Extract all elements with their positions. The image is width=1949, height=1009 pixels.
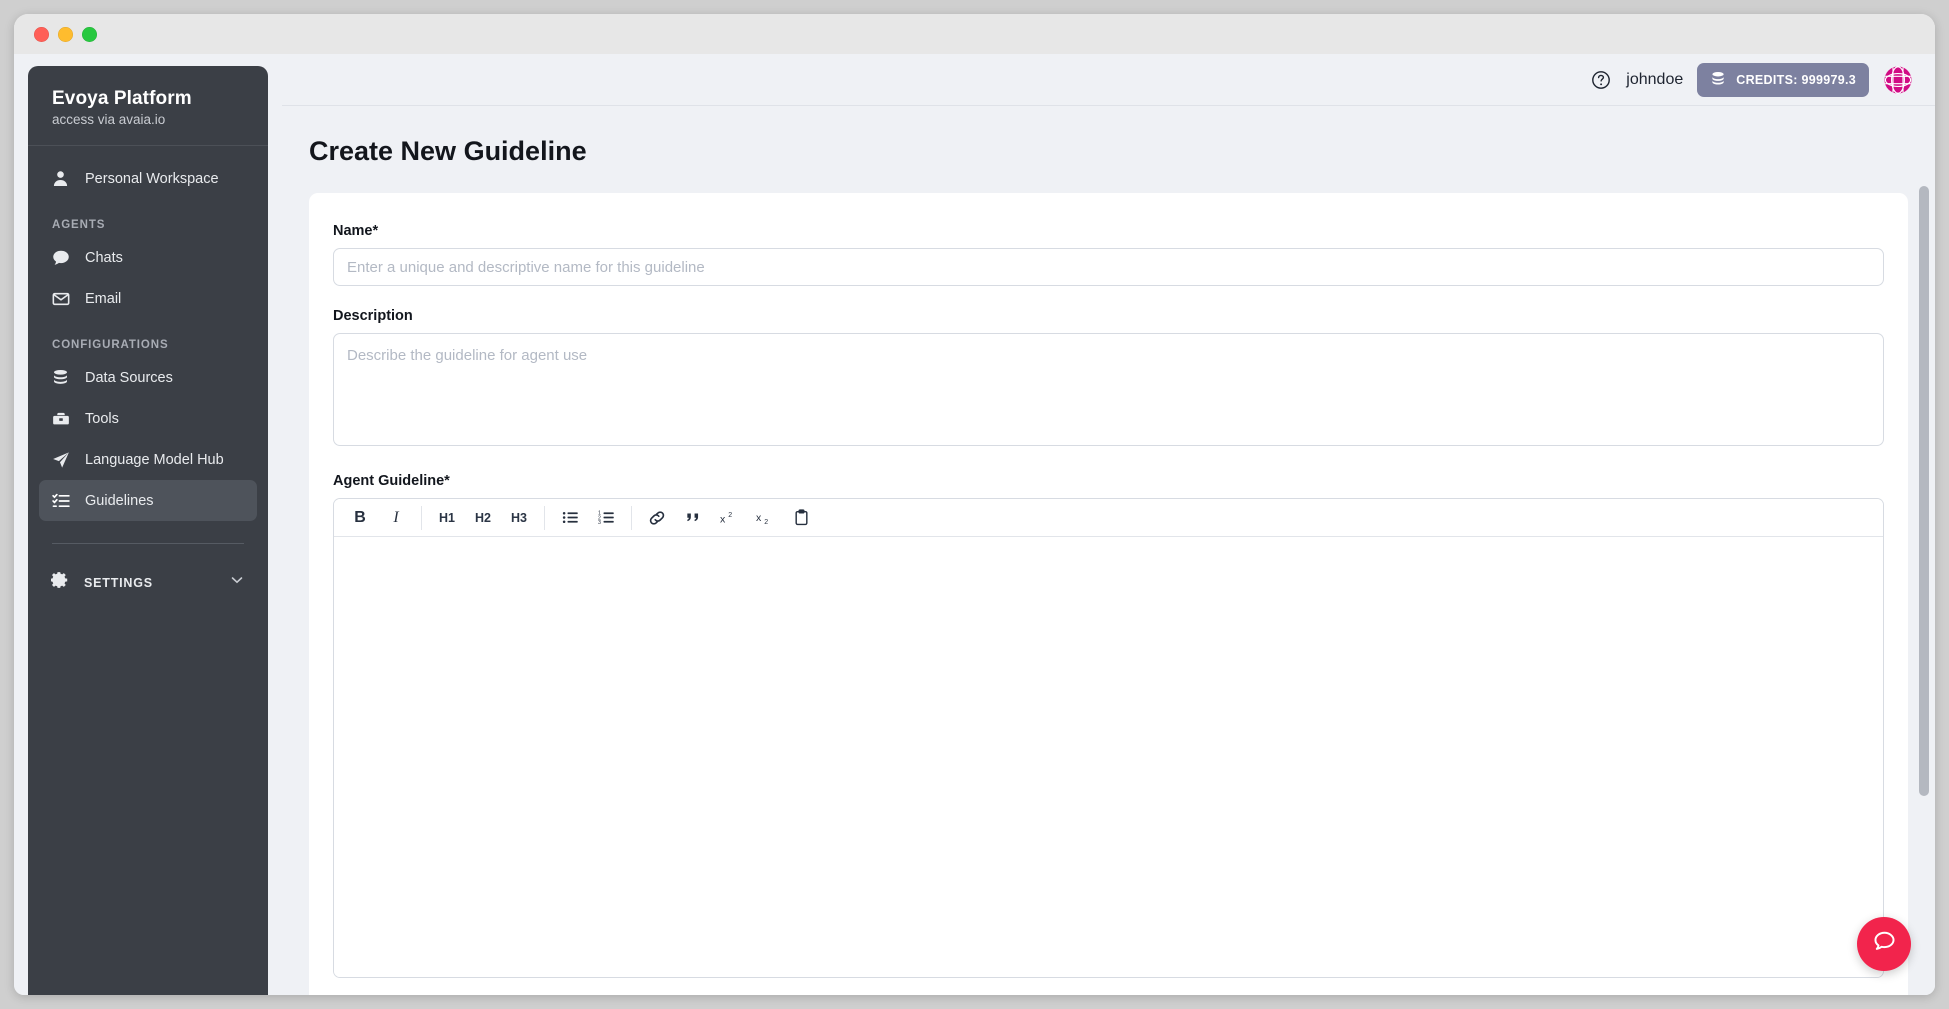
sidebar-item-personal-workspace[interactable]: Personal Workspace (39, 158, 257, 199)
sidebar-item-chats[interactable]: Chats (39, 237, 257, 278)
envelope-icon (51, 289, 70, 308)
bullet-list-button[interactable] (555, 504, 585, 532)
sidebar-item-label: Guidelines (85, 492, 154, 509)
toolbox-icon (51, 409, 70, 428)
rich-text-editor: B I H1 H2 H3 1 2 3 x 2 x 2 (333, 498, 1884, 978)
svg-text:2: 2 (728, 512, 732, 519)
name-input[interactable] (333, 248, 1884, 286)
maximize-window-button[interactable] (82, 26, 97, 42)
person-icon (51, 169, 70, 188)
sidebar-item-settings[interactable]: SETTINGS (39, 562, 257, 603)
brand-title: Evoya Platform (52, 88, 192, 109)
credits-badge[interactable]: CREDITS: 999979.3 (1697, 62, 1869, 97)
blockquote-button[interactable] (678, 504, 708, 532)
sidebar-item-label: Email (85, 290, 122, 307)
sidebar-settings-label: SETTINGS (84, 575, 153, 590)
ordered-list-button[interactable]: 1 2 3 (591, 504, 621, 532)
database-icon (51, 368, 70, 387)
svg-text:x: x (720, 514, 726, 526)
subscript-button[interactable]: x 2 (750, 504, 780, 532)
italic-button[interactable]: I (381, 504, 411, 532)
sidebar-item-label: Chats (85, 249, 123, 266)
sidebar-item-label: Data Sources (85, 369, 173, 386)
svg-text:3: 3 (598, 520, 601, 526)
heading-3-button[interactable]: H3 (504, 504, 534, 532)
chevron-down-icon[interactable] (229, 572, 245, 593)
globe-logo-icon[interactable] (1883, 65, 1913, 95)
toolbar-separator (631, 505, 632, 530)
sidebar: Evoya Platform access via avaia.io Perso… (28, 66, 268, 995)
send-icon (51, 450, 70, 469)
name-field-block: Name* (333, 223, 1884, 286)
toolbar-separator (544, 505, 545, 530)
heading-1-button[interactable]: H1 (432, 504, 462, 532)
link-button[interactable] (642, 504, 672, 532)
chat-icon (51, 248, 70, 267)
minimize-window-button[interactable] (58, 26, 73, 42)
sidebar-section-agents-label: AGENTS (52, 219, 106, 231)
app-window: Evoya Platform access via avaia.io Perso… (14, 14, 1935, 995)
toolbar-separator (421, 505, 422, 530)
description-field-block: Description (333, 308, 1884, 451)
top-header: johndoe CREDITS: 999979.3 (282, 54, 1935, 106)
sidebar-item-data-sources[interactable]: Data Sources (39, 357, 257, 398)
svg-text:x: x (756, 512, 762, 524)
superscript-button[interactable]: x 2 (714, 504, 744, 532)
sidebar-item-language-model-hub[interactable]: Language Model Hub (39, 439, 257, 480)
heading-2-button[interactable]: H2 (468, 504, 498, 532)
sidebar-item-label: Tools (85, 410, 119, 427)
chat-widget-button[interactable] (1857, 917, 1911, 971)
sidebar-item-label: Language Model Hub (85, 451, 224, 468)
sidebar-item-email[interactable]: Email (39, 278, 257, 319)
bold-label: B (354, 508, 366, 526)
coins-icon (1710, 71, 1727, 89)
paste-button[interactable] (786, 504, 816, 532)
credits-label: CREDITS: 999979.3 (1736, 72, 1856, 87)
editor-toolbar: B I H1 H2 H3 1 2 3 x 2 x 2 (334, 499, 1883, 537)
sidebar-item-guidelines[interactable]: Guidelines (39, 480, 257, 521)
svg-text:2: 2 (764, 519, 768, 526)
brand-block: Evoya Platform access via avaia.io (28, 66, 268, 146)
agent-guideline-field-label: Agent Guideline* (333, 473, 450, 489)
question-circle-icon[interactable] (1590, 69, 1612, 91)
vertical-scrollbar-thumb[interactable] (1919, 186, 1929, 796)
chat-bubble-icon (1871, 928, 1898, 960)
main-content: Create New Guideline Name* Description A… (282, 106, 1935, 995)
bold-button[interactable]: B (345, 504, 375, 532)
description-field-label: Description (333, 308, 413, 324)
vertical-scrollbar-track[interactable] (1919, 164, 1929, 995)
agent-guideline-field-block: Agent Guideline* B I H1 H2 H3 1 2 3 x 2 … (333, 473, 1884, 978)
sidebar-item-label: Personal Workspace (85, 170, 219, 187)
italic-label: I (393, 508, 399, 526)
sidebar-item-tools[interactable]: Tools (39, 398, 257, 439)
checklist-icon (51, 491, 70, 510)
agent-guideline-editor-body[interactable] (334, 537, 1883, 977)
sidebar-section-configurations-label: CONFIGURATIONS (52, 339, 169, 351)
gear-icon (50, 571, 69, 594)
page-title: Create New Guideline (309, 136, 587, 166)
app-viewport: Evoya Platform access via avaia.io Perso… (14, 54, 1935, 995)
window-titlebar (14, 14, 1935, 54)
brand-subtitle: access via avaia.io (52, 112, 166, 127)
name-field-label: Name* (333, 223, 379, 239)
guideline-form-card: Name* Description Agent Guideline* B (309, 193, 1908, 995)
close-window-button[interactable] (34, 26, 49, 42)
description-textarea[interactable] (333, 333, 1884, 446)
username-label: johndoe (1626, 70, 1684, 88)
sidebar-divider (52, 543, 244, 544)
